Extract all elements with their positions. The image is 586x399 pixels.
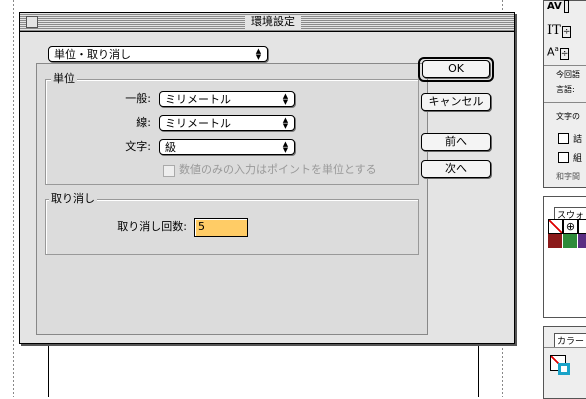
palette-checkbox-2-label: 組 (573, 154, 583, 164)
panel-divider (544, 347, 586, 348)
prev-button[interactable]: 前へ (421, 133, 491, 151)
panel-select[interactable]: 単位・取り消し ▲ ▼ (48, 46, 268, 62)
document-edge-left (48, 340, 49, 397)
panel-divider (544, 65, 586, 66)
undo-group-label: 取り消し (49, 192, 97, 205)
color-palette: カラー (543, 326, 586, 399)
swatch-red[interactable] (548, 234, 562, 248)
units-group-label: 単位 (51, 72, 77, 85)
stroke-units-value: ミリメートル (165, 117, 231, 130)
none-swatch[interactable] (548, 219, 563, 234)
settings-panel: 単位 一般: ミリメートル ▲ ▼ 線: ミリメートル ▲ ▼ 文字: 級 ▲ ▼ 数… (36, 63, 428, 335)
updown-arrows-icon: ▲ ▼ (255, 47, 262, 61)
panel-divider (544, 102, 586, 103)
palette-checkbox-2[interactable] (558, 152, 569, 163)
dialog-titlebar[interactable]: 環境設定 (20, 13, 514, 32)
palette-text-4: 和字間 (556, 172, 580, 181)
palette-text-3: 文字の (556, 112, 580, 121)
document-edge-right (478, 340, 479, 397)
palette-checkbox-1-label: 詰 (573, 135, 583, 145)
tracking-icon[interactable]: IT ÷ (547, 23, 572, 38)
updown-arrows-icon: ▲ ▼ (282, 140, 289, 154)
palette-text-1: 今回語 (556, 70, 580, 79)
document-guide-left (13, 0, 14, 397)
general-units-value: ミリメートル (165, 93, 231, 106)
preferences-dialog: 環境設定 単位・取り消し ▲ ▼ 単位 一般: ミリメートル ▲ ▼ 線: ミリメー… (19, 12, 515, 344)
stroke-units-select[interactable]: ミリメートル ▲ ▼ (159, 115, 295, 131)
stroke-units-label: 線: (136, 116, 151, 129)
swatch-green[interactable] (563, 234, 577, 248)
updown-arrows-icon: ▲ ▼ (282, 116, 289, 130)
swatch-purple[interactable] (578, 234, 586, 248)
kerning-icon[interactable]: AV (547, 0, 570, 13)
undo-levels-input[interactable]: 5 (194, 218, 248, 237)
baseline-shift-icon[interactable]: Aa ÷ (547, 45, 570, 60)
dialog-title: 環境設定 (245, 15, 301, 29)
general-units-select[interactable]: ミリメートル ▲ ▼ (159, 91, 295, 107)
next-button[interactable]: 次へ (421, 160, 491, 178)
type-units-value: 級 (165, 141, 176, 154)
swatch-white[interactable] (578, 219, 586, 234)
close-box-icon[interactable] (26, 16, 38, 28)
numbers-only-checkbox[interactable] (163, 165, 175, 177)
general-units-label: 一般: (125, 92, 151, 105)
type-units-label: 文字: (125, 140, 151, 153)
undo-levels-label: 取り消し回数: (117, 220, 187, 233)
registration-swatch-icon[interactable]: ⊕ (563, 219, 578, 234)
swatches-palette: スウォ ⊕ (543, 196, 586, 318)
ok-button[interactable]: OK (422, 60, 490, 78)
cancel-button[interactable]: キャンセル (421, 93, 491, 111)
palette-checkbox-1[interactable] (558, 133, 569, 144)
panel-select-value: 単位・取り消し (54, 48, 131, 61)
fill-color-icon[interactable] (558, 363, 570, 375)
color-tab[interactable]: カラー (554, 333, 586, 347)
numbers-only-label: 数値のみの入力はポイントを単位とする (179, 163, 377, 176)
character-palette: AV IT ÷ Aa ÷ 今回語 言語: 文字の 詰 組 和字間 (543, 0, 586, 188)
updown-arrows-icon: ▲ ▼ (282, 92, 289, 106)
palette-text-2: 言語: (556, 85, 575, 94)
type-units-select[interactable]: 級 ▲ ▼ (159, 139, 295, 155)
